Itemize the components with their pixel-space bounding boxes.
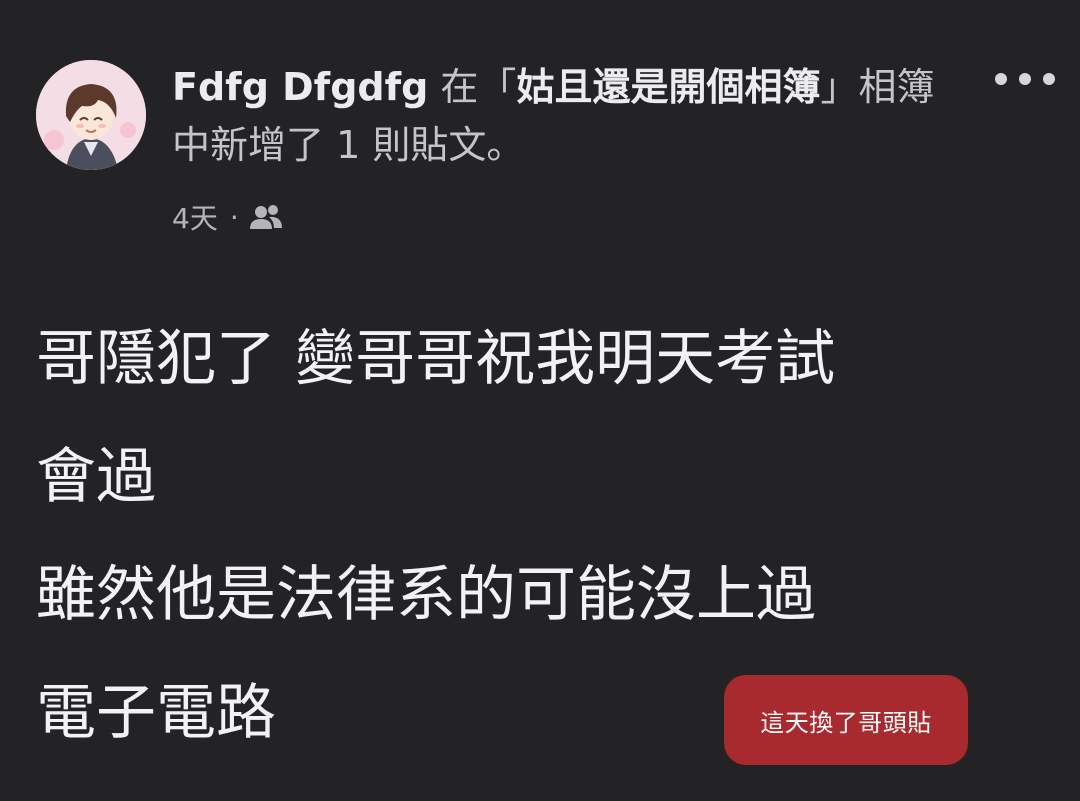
meta-separator: ·	[229, 200, 239, 234]
more-dot-icon	[1019, 73, 1031, 85]
album-name-link[interactable]: 姑且還是開個相簿	[516, 65, 820, 109]
post-line: 哥隱犯了 變哥哥祝我明天考試	[36, 324, 836, 394]
friends-icon[interactable]	[249, 204, 283, 230]
overlay-sticker: 這天換了哥頭貼	[724, 675, 968, 765]
profile-avatar[interactable]	[36, 60, 146, 170]
post-meta: 4天 ·	[172, 197, 283, 237]
post-line: 雖然他是法律系的可能沒上過	[36, 560, 816, 630]
post-timestamp[interactable]: 4天	[172, 197, 218, 237]
more-options-button[interactable]	[995, 64, 1055, 94]
header-in-word: 在「	[428, 65, 517, 109]
post-line: 會過	[36, 442, 156, 512]
post-card: Fdfg Dfgdfg 在「姑且還是開個相簿」相簿中新增了 1 則貼文。 4天 …	[0, 0, 1080, 801]
post-header-text: Fdfg Dfgdfg 在「姑且還是開個相簿」相簿中新增了 1 則貼文。	[172, 58, 962, 174]
more-dot-icon	[1043, 73, 1055, 85]
avatar-illustration	[36, 60, 146, 170]
author-name[interactable]: Fdfg Dfgdfg	[172, 65, 428, 109]
more-dot-icon	[995, 73, 1007, 85]
